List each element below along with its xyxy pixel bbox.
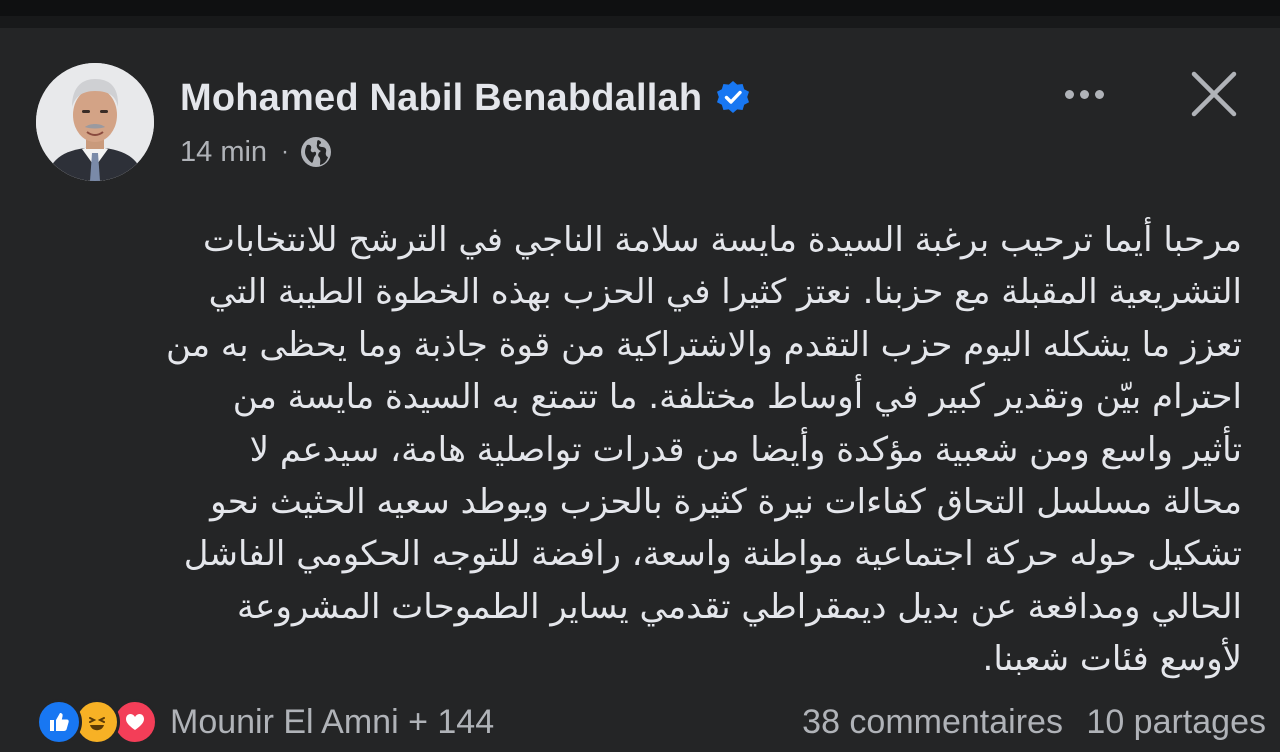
author-row: Mohamed Nabil Benabdallah <box>180 72 752 124</box>
verified-badge-icon <box>714 79 752 117</box>
reaction-names[interactable]: Mounir El Amni + 144 <box>170 703 494 742</box>
top-bar <box>0 0 1280 28</box>
post-card: Mohamed Nabil Benabdallah 14 min · مرحبا… <box>0 28 1280 745</box>
meta-separator: · <box>281 138 290 165</box>
shares-count[interactable]: 10 partages <box>1086 703 1266 741</box>
like-reaction-icon <box>36 699 82 745</box>
post-stats: 38 commentaires 10 partages <box>788 703 1266 742</box>
post-text-line: الحالي ومدافعة عن بديل ديمقراطي تقدمي يس… <box>236 586 1242 627</box>
more-dot <box>1094 89 1104 99</box>
post-text-line: تأثير واسع ومن شعبية مؤكدة وأيضا من قدرا… <box>249 429 1242 470</box>
post-text-line: احترام بيّن وتقدير كبير في أوساط مختلفة.… <box>232 377 1242 418</box>
reaction-icons[interactable] <box>36 699 158 745</box>
post-text-line: مرحبا أيما ترحيب برغبة السيدة مايسة سلام… <box>203 220 1242 260</box>
author-name[interactable]: Mohamed Nabil Benabdallah <box>180 77 702 120</box>
close-icon[interactable] <box>1186 66 1242 122</box>
post-text: مرحبا أيما ترحيب برغبة السيدة مايسة سلام… <box>30 214 1242 686</box>
post-text-line: التشريعية المقبلة مع حزبنا. نعتز كثيرا ف… <box>208 272 1242 313</box>
top-bar-strip <box>0 0 1280 16</box>
post-text-line: تعزز ما يشكله اليوم حزب التقدم والاشتراك… <box>165 324 1242 365</box>
post-meta: 14 min · <box>180 132 333 172</box>
post-timestamp[interactable]: 14 min <box>180 136 267 169</box>
post-text-line: تشكيل حوله حركة اجتماعية مواطنة واسعة، ر… <box>183 534 1242 575</box>
author-avatar[interactable] <box>36 63 154 181</box>
more-options-icon[interactable] <box>1052 70 1116 118</box>
avatar-portrait <box>36 63 154 181</box>
reactions-bar: Mounir El Amni + 144 38 commentaires 10 … <box>36 692 1266 752</box>
more-dot <box>1079 89 1089 99</box>
post-text-line: لأوسع فئات شعبنا. <box>982 639 1242 680</box>
globe-icon[interactable] <box>299 135 333 169</box>
comments-count[interactable]: 38 commentaires <box>802 703 1063 741</box>
post-text-line: محالة مسلسل التحاق كفاءات نيرة كثيرة بال… <box>210 482 1242 523</box>
more-dot <box>1064 89 1074 99</box>
